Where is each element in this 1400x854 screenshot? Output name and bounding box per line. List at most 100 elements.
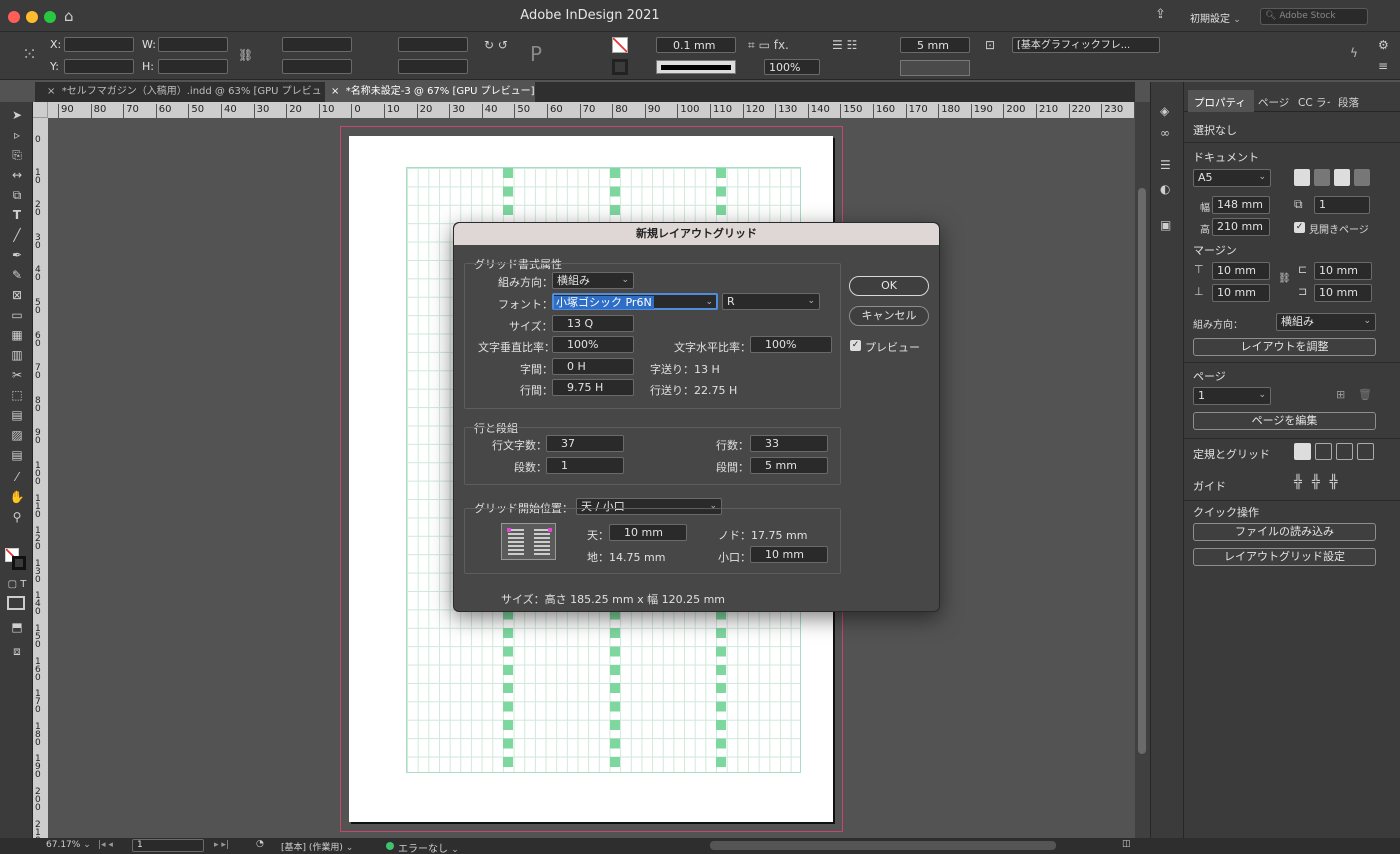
- fill-swatch[interactable]: [612, 37, 628, 53]
- formatting-affects-icon[interactable]: ▢ T: [6, 576, 28, 594]
- close-icon[interactable]: ×: [47, 86, 55, 97]
- panel-menu-icon[interactable]: ≡: [1378, 59, 1388, 73]
- content-collector-icon[interactable]: ⧉: [6, 186, 28, 204]
- type-tool-icon[interactable]: T: [6, 206, 28, 224]
- add-page-icon[interactable]: ⊞: [1336, 388, 1345, 401]
- prev-page-icon[interactable]: |◂ ◂: [98, 840, 113, 850]
- size-field[interactable]: 13 Q: [552, 315, 634, 332]
- quick-apply-icon[interactable]: ϟ: [1350, 46, 1358, 60]
- tab-pages[interactable]: ページ: [1258, 95, 1290, 110]
- split-view-icon[interactable]: ◫: [1122, 839, 1131, 849]
- direct-selection-tool-icon[interactable]: ▹: [6, 126, 28, 144]
- object-style-select[interactable]: [基本グラフィックフレ...: [1012, 37, 1160, 53]
- workspace-switcher[interactable]: 初期設定 ⌄: [1190, 10, 1241, 25]
- eyedropper-tool-icon[interactable]: ⁄: [6, 468, 28, 486]
- pencil-tool-icon[interactable]: ✎: [6, 266, 28, 284]
- layers-icon[interactable]: ◈: [1160, 104, 1169, 118]
- layout-grid-icon[interactable]: [1357, 443, 1374, 460]
- stroke-style-select[interactable]: [900, 60, 970, 76]
- zoom-select[interactable]: 67.17% ⌄: [46, 840, 91, 850]
- close-icon[interactable]: ×: [331, 86, 339, 97]
- links-icon[interactable]: ∞: [1160, 126, 1170, 140]
- outer-field[interactable]: 10 mm: [750, 546, 828, 563]
- view-mode-icon[interactable]: [7, 596, 25, 610]
- rotate-icon[interactable]: ↻ ↺: [484, 38, 508, 52]
- swatches-icon[interactable]: ◐: [1160, 182, 1170, 196]
- align-icon[interactable]: ☰ ☷: [832, 38, 857, 52]
- layout-grid-settings-button[interactable]: レイアウトグリッド設定: [1193, 548, 1376, 566]
- constrain-proportions-icon[interactable]: ⛓: [238, 48, 253, 62]
- frame-fitting-icon[interactable]: ⌗ ▭ fx.: [748, 38, 789, 53]
- w-field[interactable]: [158, 37, 228, 52]
- guides-toggle-icon[interactable]: ╬: [1294, 475, 1302, 490]
- doc-width-field[interactable]: 148 mm: [1212, 196, 1270, 214]
- stroke-weight-field[interactable]: 0.1 mm: [656, 37, 736, 53]
- landscape-icon[interactable]: [1314, 169, 1330, 186]
- columns-field[interactable]: 1: [546, 457, 624, 474]
- rectangle-frame-tool-icon[interactable]: ⊠: [6, 286, 28, 304]
- screen-mode-icon[interactable]: ⬒: [6, 618, 28, 636]
- shear-field[interactable]: [398, 59, 468, 74]
- scale-x-field[interactable]: [282, 37, 352, 52]
- ruler-origin[interactable]: [33, 102, 48, 118]
- gear-icon[interactable]: ⚙: [1378, 38, 1389, 52]
- stroke-swatch[interactable]: [612, 59, 628, 75]
- opacity-field[interactable]: 100%: [764, 59, 820, 75]
- tab-untitled-3[interactable]: × *名称未設定-3 @ 67% [GPU プレビュー]: [325, 82, 535, 102]
- scale-y-field[interactable]: [282, 59, 352, 74]
- margin-bottom-field[interactable]: 10 mm: [1212, 284, 1270, 302]
- ok-button[interactable]: OK: [849, 276, 929, 296]
- preflight-icon[interactable]: ◔: [256, 839, 264, 849]
- baseline-grid-icon[interactable]: [1315, 443, 1332, 460]
- y-field[interactable]: [64, 59, 134, 74]
- smart-guides-icon[interactable]: ╬: [1312, 475, 1320, 490]
- grid-tool-icon[interactable]: ▥: [6, 346, 28, 364]
- gutter-field[interactable]: 5 mm: [750, 457, 828, 474]
- document-grid-icon[interactable]: [1336, 443, 1353, 460]
- tab-selfmagazine[interactable]: × *セルフマガジン（入稿用）.indd @ 63% [GPU プレビュー]: [41, 82, 325, 117]
- portrait-icon[interactable]: [1294, 169, 1310, 186]
- selection-tool-icon[interactable]: ➤: [6, 106, 28, 124]
- profile-select[interactable]: [基本] (作業用) ⌄: [281, 840, 353, 853]
- share-icon[interactable]: ⇪: [1155, 7, 1166, 22]
- cancel-button[interactable]: キャンセル: [849, 306, 929, 326]
- h-field[interactable]: [158, 59, 228, 74]
- gradient-tool-icon[interactable]: ▤: [6, 406, 28, 424]
- next-page-icon[interactable]: ▸ ▸|: [214, 840, 229, 850]
- margin-inside-field[interactable]: 10 mm: [1314, 262, 1372, 280]
- trash-icon[interactable]: 🗑︎: [1358, 388, 1372, 401]
- char-space-field[interactable]: 0 H: [552, 358, 634, 375]
- stock-search-input[interactable]: 🔍︎ Adobe Stock: [1260, 8, 1368, 25]
- hand-tool-icon[interactable]: ✋: [6, 488, 28, 506]
- direction-select[interactable]: 横組み ⌄: [552, 272, 634, 289]
- facing-pages-checkbox[interactable]: ✓: [1294, 222, 1305, 233]
- font-style-select[interactable]: R ⌄: [722, 293, 820, 310]
- page-tool-icon[interactable]: ⎘: [6, 146, 28, 164]
- stroke-color-icon[interactable]: [12, 556, 26, 570]
- rectangle-tool-icon[interactable]: ▭: [6, 306, 28, 324]
- lock-guides-icon[interactable]: ╬: [1330, 475, 1338, 490]
- vscale-field[interactable]: 100%: [552, 336, 634, 353]
- line-tool-icon[interactable]: ╱: [6, 226, 28, 244]
- page-number-field[interactable]: 1: [132, 839, 204, 852]
- pages-count-field[interactable]: 1: [1314, 196, 1370, 214]
- pages-panel-icon[interactable]: ▣: [1160, 218, 1171, 232]
- margin-top-field[interactable]: 10 mm: [1212, 262, 1270, 280]
- stroke-panel-icon[interactable]: ☰: [1160, 158, 1171, 172]
- horizontal-ruler[interactable]: 90 80 70 60 50 40 30 20 10 0 10 20 30 40 50 60 70 80 90 100…: [48, 102, 1134, 118]
- gutter-field[interactable]: 5 mm: [900, 37, 970, 53]
- vertical-scrollbar[interactable]: [1135, 102, 1150, 838]
- adjust-layout-button[interactable]: レイアウトを調整: [1193, 338, 1376, 356]
- gradient-feather-tool-icon[interactable]: ▨: [6, 426, 28, 444]
- zoom-tool-icon[interactable]: ⚲: [6, 508, 28, 526]
- table-tool-icon[interactable]: ▦: [6, 326, 28, 344]
- import-file-button[interactable]: ファイルの読み込み: [1193, 523, 1376, 541]
- chars-per-line-field[interactable]: 37: [546, 435, 624, 452]
- scissors-tool-icon[interactable]: ✂: [6, 366, 28, 384]
- lines-field[interactable]: 33: [750, 435, 828, 452]
- top-field[interactable]: 10 mm: [609, 524, 687, 541]
- hscale-field[interactable]: 100%: [750, 336, 832, 353]
- page-size-select[interactable]: A5 ⌄: [1193, 169, 1271, 187]
- margin-outside-field[interactable]: 10 mm: [1314, 284, 1372, 302]
- margin-link-icon[interactable]: ⛓: [1278, 273, 1291, 284]
